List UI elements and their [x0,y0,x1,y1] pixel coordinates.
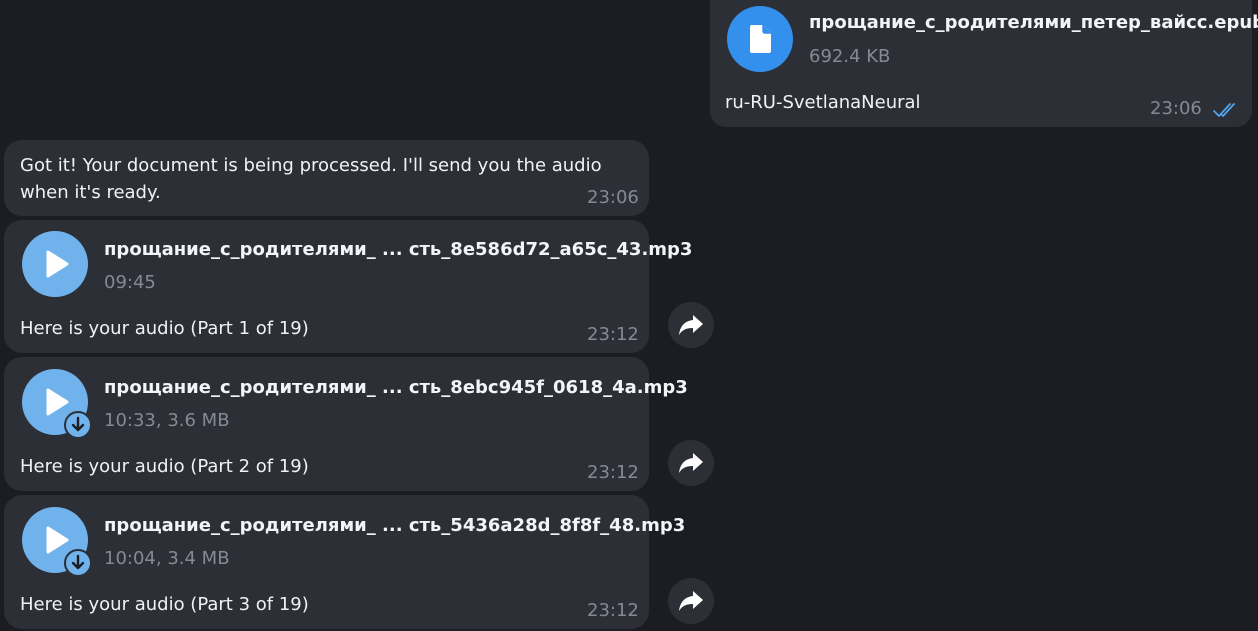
audio-caption: Here is your audio (Part 1 of 19) [20,318,309,339]
outgoing-file-name[interactable]: прощание_с_родителями_петер_вайсс.epub [809,12,1258,33]
play-button[interactable] [22,231,88,297]
download-arrow-icon [71,554,85,570]
forward-arrow-icon [679,453,703,473]
audio-file-name[interactable]: прощание_с_родителями_ ... сть_8e586d72_… [104,239,692,260]
message-text-line-1: Got it! Your document is being processed… [20,155,602,176]
audio-time: 23:12 [587,462,639,483]
audio-message[interactable]: прощание_с_родителями_ ... сть_8ebc945f_… [4,357,688,491]
document-icon[interactable] [727,6,793,72]
audio-duration-size: 10:04, 3.4 MB [104,548,230,569]
audio-time: 23:12 [587,600,639,621]
chat-history: прощание_с_родителями_петер_вайсс.epub 6… [0,0,1258,631]
forward-arrow-icon [679,315,703,335]
forward-arrow-icon [679,591,703,611]
message-text-line-2: when it's ready. [20,182,161,203]
audio-message[interactable]: прощание_с_родителями_ ... сть_5436a28d_… [4,495,685,629]
incoming-text-message[interactable]: Got it! Your document is being processed… [4,140,649,216]
play-icon [46,250,69,278]
audio-message[interactable]: прощание_с_родителями_ ... сть_8e586d72_… [4,220,692,353]
message-time: 23:06 [587,187,639,208]
audio-file-name[interactable]: прощание_с_родителями_ ... сть_8ebc945f_… [104,377,688,398]
download-arrow-icon [71,416,85,432]
double-check-icon [1213,103,1235,117]
outgoing-document-message[interactable]: прощание_с_родителями_петер_вайсс.epub 6… [710,0,1258,127]
outgoing-file-size: 692.4 KB [809,46,891,67]
outgoing-caption: ru-RU-SvetlanaNeural [725,92,921,113]
download-button[interactable] [64,411,92,439]
outgoing-time: 23:06 [1150,98,1202,119]
forward-button[interactable] [668,302,714,348]
forward-button[interactable] [668,578,714,624]
audio-file-name[interactable]: прощание_с_родителями_ ... сть_5436a28d_… [104,515,685,536]
audio-caption: Here is your audio (Part 2 of 19) [20,456,309,477]
download-button[interactable] [64,549,92,577]
forward-button[interactable] [668,440,714,486]
audio-duration-size: 10:33, 3.6 MB [104,410,230,431]
audio-duration: 09:45 [104,272,156,293]
audio-time: 23:12 [587,324,639,345]
audio-caption: Here is your audio (Part 3 of 19) [20,594,309,615]
